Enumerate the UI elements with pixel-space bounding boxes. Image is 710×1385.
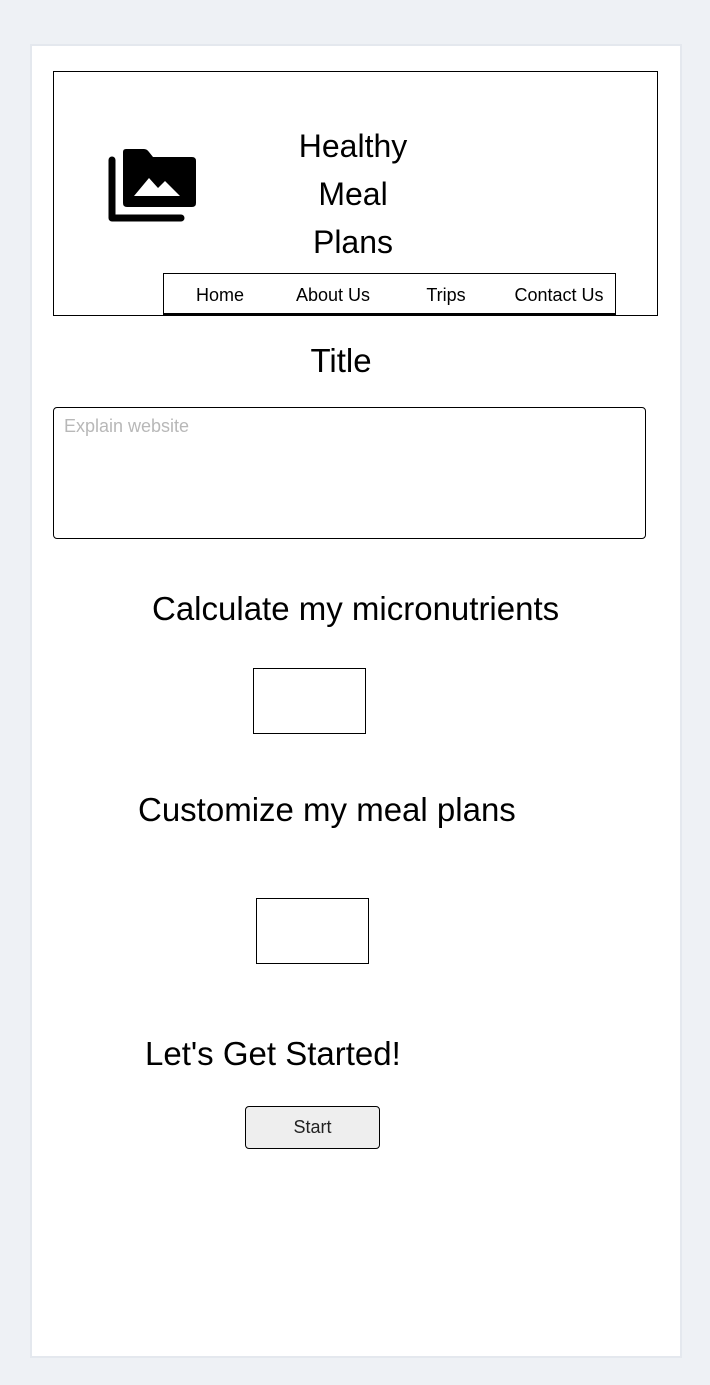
get-started-heading: Let's Get Started! (145, 1035, 401, 1072)
main-nav: Home About Us Trips Contact Us (163, 273, 616, 315)
micronutrients-input[interactable] (253, 668, 366, 734)
start-button[interactable]: Start (245, 1106, 380, 1149)
nav-item-home[interactable]: Home (172, 274, 268, 314)
photo-library-icon (107, 148, 197, 222)
meal-plans-heading: Customize my meal plans (138, 791, 516, 828)
nav-item-trips[interactable]: Trips (402, 274, 490, 314)
site-title-line: Meal (318, 176, 388, 212)
site-title: Healthy Meal Plans (283, 122, 423, 266)
nav-item-contact-us[interactable]: Contact Us (508, 274, 610, 314)
meal-plans-input[interactable] (256, 898, 369, 964)
site-title-line: Plans (312, 224, 394, 260)
nav-item-about-us[interactable]: About Us (282, 274, 384, 314)
micronutrients-heading: Calculate my micronutrients (152, 590, 560, 627)
site-title-line: Healthy (298, 128, 408, 164)
page-title: Title (310, 342, 372, 379)
explain-website-textarea[interactable] (53, 407, 646, 539)
